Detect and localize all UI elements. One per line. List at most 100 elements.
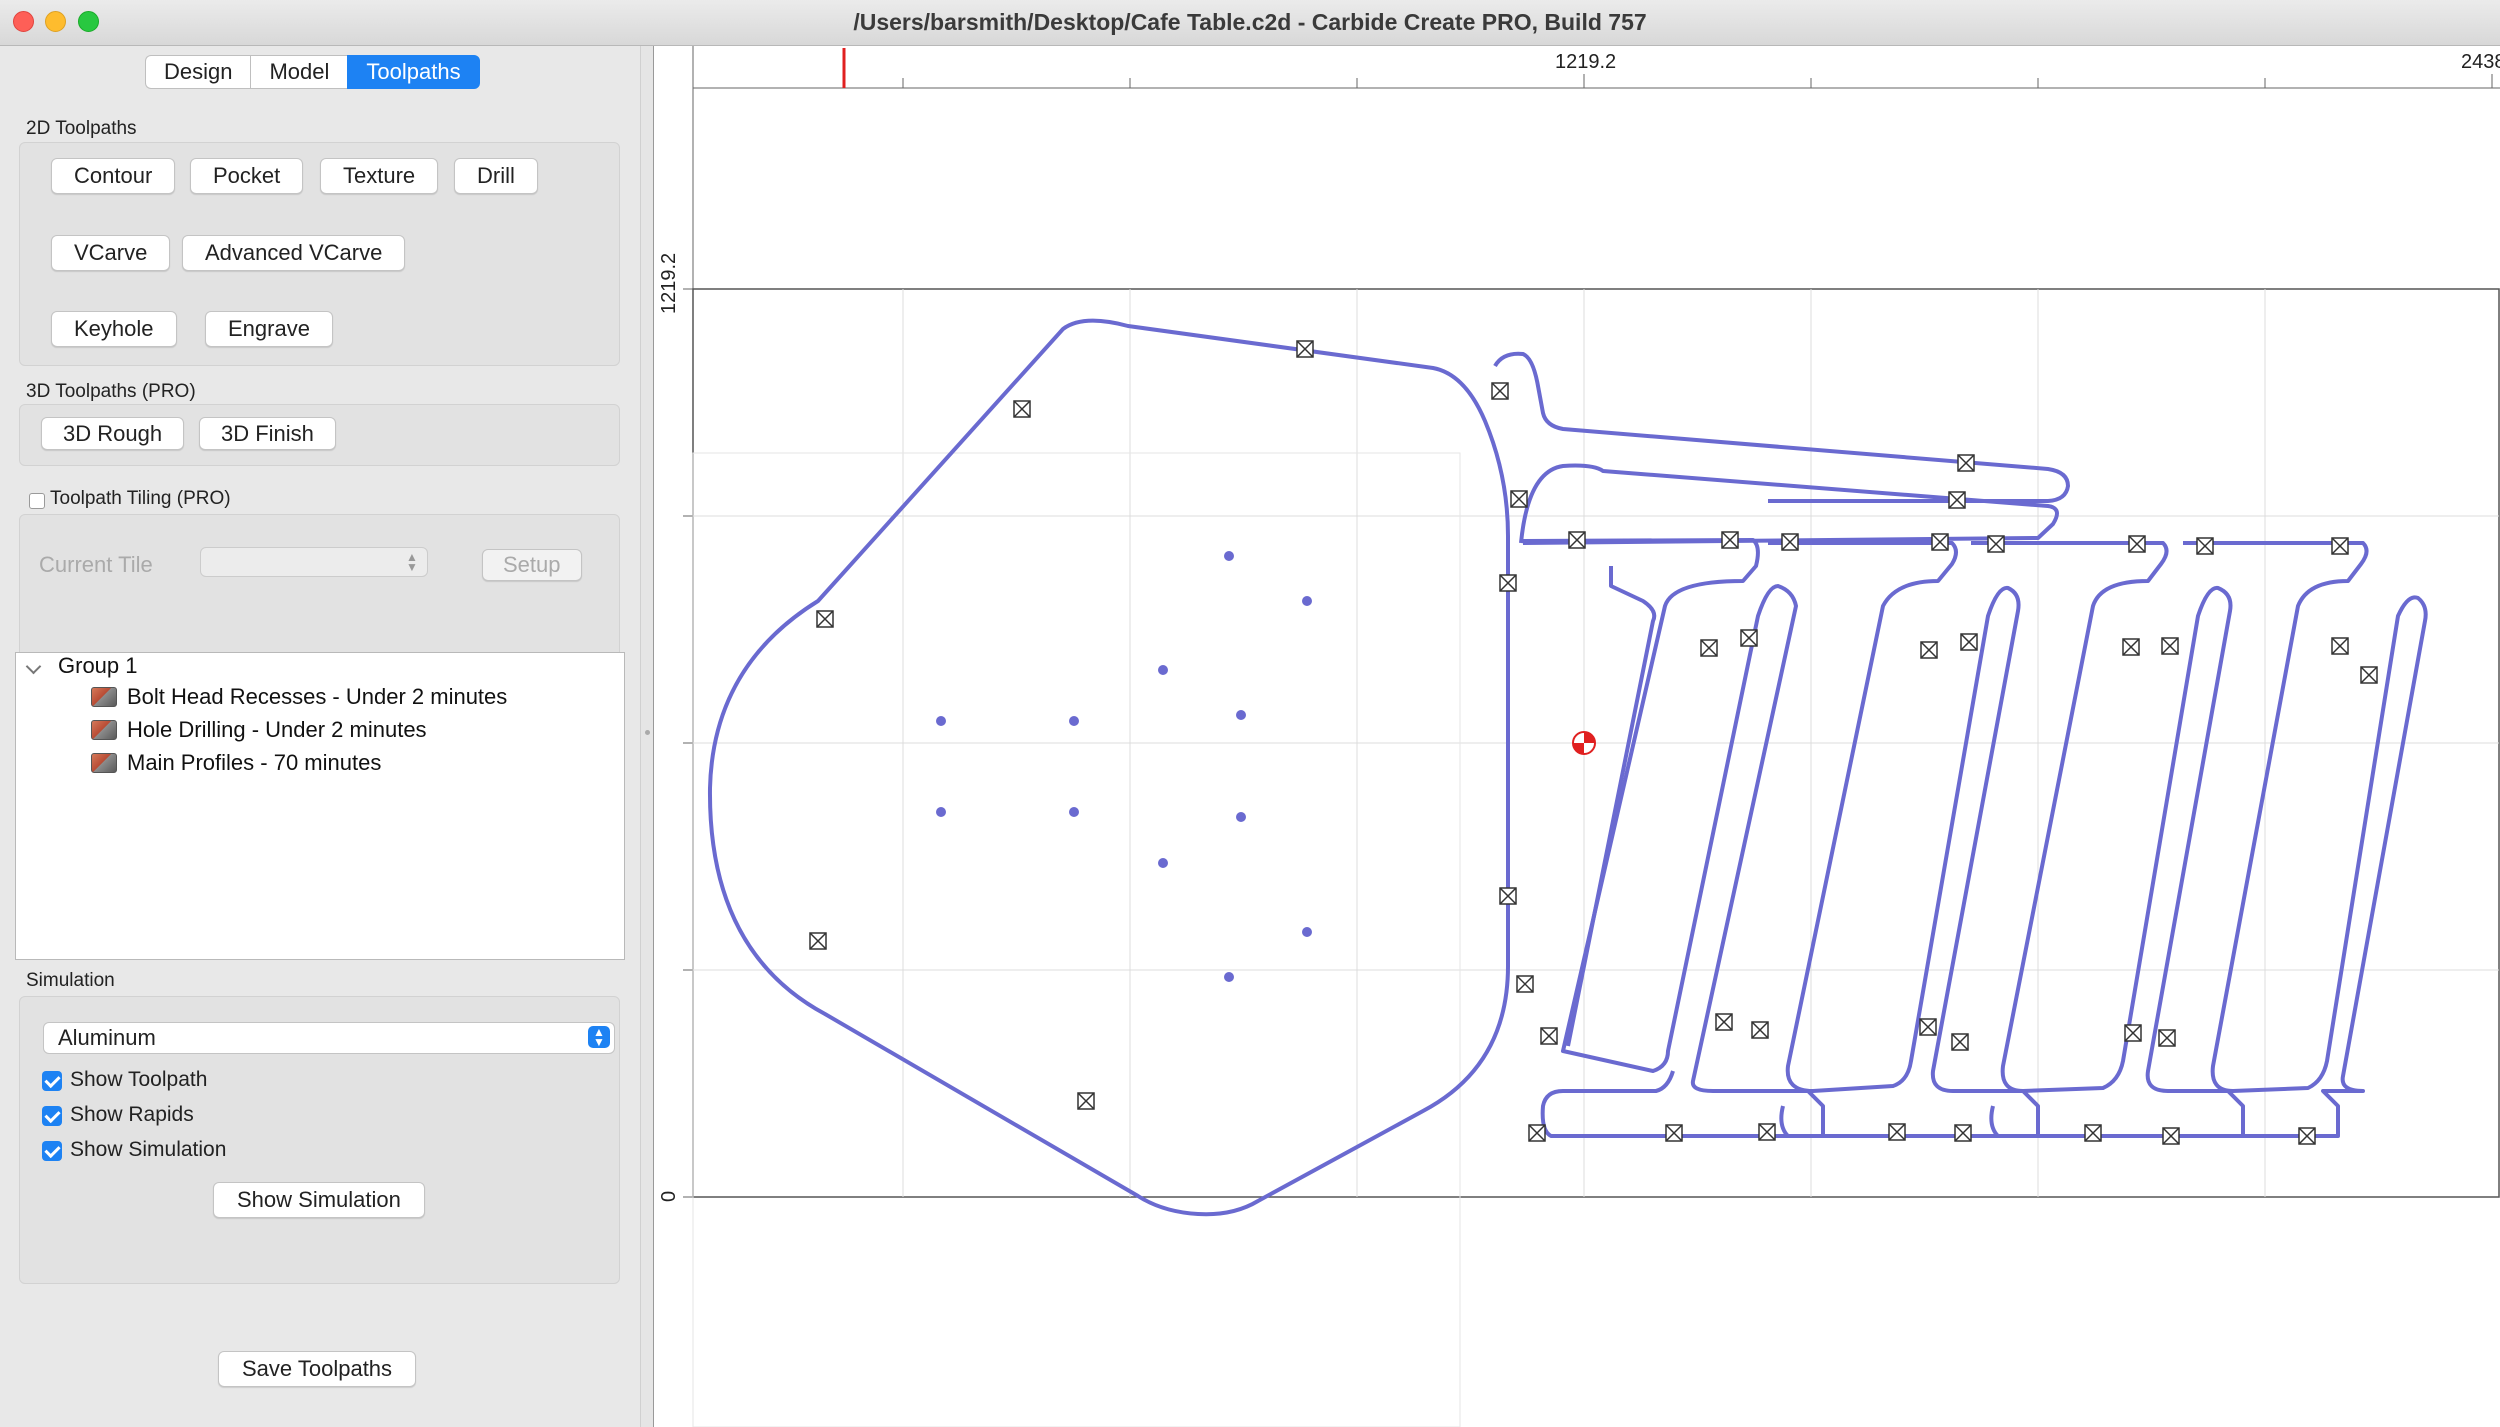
drill-hole xyxy=(1069,807,1079,817)
tab-marker-icon xyxy=(1920,641,1938,659)
tab-marker-icon xyxy=(1987,535,2005,553)
tab-marker-icon xyxy=(2161,637,2179,655)
show-rapids-label: Show Rapids xyxy=(70,1103,194,1126)
tab-marker-icon xyxy=(809,932,827,950)
tab-marker-icon xyxy=(1568,531,1586,549)
origin-marker-icon xyxy=(1572,731,1596,755)
toolpaths-2d-group: Contour Pocket Texture Drill VCarve Adva… xyxy=(19,142,620,366)
current-tile-label: Current Tile xyxy=(39,552,153,577)
show-simulation-checkbox[interactable] xyxy=(42,1141,62,1161)
panel-splitter[interactable] xyxy=(640,46,653,1427)
show-simulation-label: Show Simulation xyxy=(70,1138,227,1161)
toolpaths-2d-label: 2D Toolpaths xyxy=(26,118,137,139)
tab-marker-icon xyxy=(1077,1092,1095,1110)
tab-marker-icon xyxy=(816,610,834,628)
toolpaths-3d-group: 3D Rough 3D Finish xyxy=(19,404,620,466)
toolpath-icon xyxy=(91,753,117,773)
tab-marker-icon xyxy=(1919,1018,1937,1036)
tab-marker-icon xyxy=(2158,1029,2176,1047)
3d-finish-button[interactable]: 3D Finish xyxy=(199,417,336,450)
tab-marker-icon xyxy=(2298,1127,2316,1145)
tree-item-bolt-head-recesses[interactable]: Bolt Head Recesses - Under 2 minutes xyxy=(91,684,507,710)
tab-marker-icon xyxy=(1540,1027,1558,1045)
window-title: /Users/barsmith/Desktop/Cafe Table.c2d -… xyxy=(853,9,1647,35)
vcarve-button[interactable]: VCarve xyxy=(51,235,171,271)
tab-marker-icon xyxy=(2331,537,2349,555)
contour-button[interactable]: Contour xyxy=(51,158,176,194)
tab-marker-icon xyxy=(2128,535,2146,553)
save-toolpaths-button[interactable]: Save Toolpaths xyxy=(218,1351,417,1387)
tree-item-label: Hole Drilling - Under 2 minutes xyxy=(127,717,427,742)
tab-marker-icon xyxy=(2331,637,2349,655)
keyhole-button[interactable]: Keyhole xyxy=(51,311,177,347)
drill-hole xyxy=(936,716,946,726)
engrave-button[interactable]: Engrave xyxy=(205,311,333,347)
select-arrows-icon: ▲ ▼ xyxy=(588,1026,610,1048)
x-ruler-mid-label: 1219.2 xyxy=(1555,51,1616,73)
drill-hole xyxy=(1302,927,1312,937)
tab-marker-icon xyxy=(2196,537,2214,555)
tree-item-hole-drilling[interactable]: Hole Drilling - Under 2 minutes xyxy=(91,717,427,743)
tab-marker-icon xyxy=(1499,574,1517,592)
tab-marker-icon xyxy=(1951,1033,1969,1051)
toolpath-icon xyxy=(91,687,117,707)
tab-marker-icon xyxy=(1954,1124,1972,1142)
pocket-button[interactable]: Pocket xyxy=(190,158,304,194)
tab-marker-icon xyxy=(2122,638,2140,656)
tab-marker-icon xyxy=(1665,1124,1683,1142)
show-toolpath-checkbox[interactable] xyxy=(42,1071,62,1091)
drill-hole xyxy=(1236,812,1246,822)
tab-marker-icon xyxy=(1957,454,1975,472)
tab-marker-icon xyxy=(1931,533,1949,551)
texture-button[interactable]: Texture xyxy=(320,158,439,194)
tab-marker-icon xyxy=(2124,1024,2142,1042)
left-panel: Design Model Toolpaths 2D Toolpaths Cont… xyxy=(0,46,640,1427)
tab-marker-icon xyxy=(2084,1124,2102,1142)
design-canvas[interactable]: 1219.2 2438 1219.2 0 xyxy=(653,46,2500,1427)
show-rapids-checkbox[interactable] xyxy=(42,1106,62,1126)
tab-toolpaths[interactable]: Toolpaths xyxy=(347,55,480,89)
advanced-vcarve-button[interactable]: Advanced VCarve xyxy=(182,235,406,271)
tab-marker-icon xyxy=(2360,666,2378,684)
drill-hole xyxy=(1224,972,1234,982)
toolpath-tree: Group 1 Bolt Head Recesses - Under 2 min… xyxy=(15,652,625,960)
title-bar: /Users/barsmith/Desktop/Cafe Table.c2d -… xyxy=(0,0,2500,46)
chevron-down-icon[interactable] xyxy=(25,658,42,675)
material-select[interactable]: Aluminum ▲ ▼ xyxy=(43,1022,615,1054)
y-ruler-mid-label: 1219.2 xyxy=(658,253,680,314)
simulation-label: Simulation xyxy=(26,970,115,991)
tab-marker-icon xyxy=(1296,340,1314,358)
y-ruler-zero-label: 0 xyxy=(658,1191,680,1202)
x-ruler-end-label: 2438 xyxy=(2461,51,2500,73)
toolpath-tiling-label: Toolpath Tiling (PRO) xyxy=(50,488,231,509)
show-simulation-button[interactable]: Show Simulation xyxy=(213,1182,425,1218)
drill-hole xyxy=(1158,858,1168,868)
tree-item-main-profiles[interactable]: Main Profiles - 70 minutes xyxy=(91,750,381,776)
drill-hole xyxy=(1158,665,1168,675)
toolpath-tiling-checkbox[interactable] xyxy=(29,493,45,509)
tab-design[interactable]: Design xyxy=(145,55,251,89)
tab-marker-icon xyxy=(1740,629,1758,647)
tab-marker-icon xyxy=(1758,1123,1776,1141)
tab-model[interactable]: Model xyxy=(250,55,348,89)
tab-marker-icon xyxy=(1510,490,1528,508)
tile-setup-button[interactable]: Setup xyxy=(482,549,582,581)
drill-hole xyxy=(936,807,946,817)
tree-group-label: Group 1 xyxy=(58,653,138,678)
tab-marker-icon xyxy=(1751,1021,1769,1039)
tab-marker-icon xyxy=(1499,887,1517,905)
tab-marker-icon xyxy=(2162,1127,2180,1145)
show-toolpath-label: Show Toolpath xyxy=(70,1068,208,1091)
tab-marker-icon xyxy=(1888,1123,1906,1141)
toolpaths-3d-label: 3D Toolpaths (PRO) xyxy=(26,381,196,402)
3d-rough-button[interactable]: 3D Rough xyxy=(41,417,185,450)
current-tile-select[interactable]: ▲ ▼ xyxy=(200,547,428,577)
mode-tabs: Design Model Toolpaths xyxy=(145,55,480,89)
drill-hole xyxy=(1069,716,1079,726)
tab-marker-icon xyxy=(1491,382,1509,400)
tab-marker-icon xyxy=(1721,531,1739,549)
drill-button[interactable]: Drill xyxy=(454,158,538,194)
tree-group-row[interactable]: Group 1 xyxy=(58,653,138,679)
simulation-group: Aluminum ▲ ▼ Show Toolpath Show Rapids Sh… xyxy=(19,996,620,1284)
tab-marker-icon xyxy=(1528,1124,1546,1142)
